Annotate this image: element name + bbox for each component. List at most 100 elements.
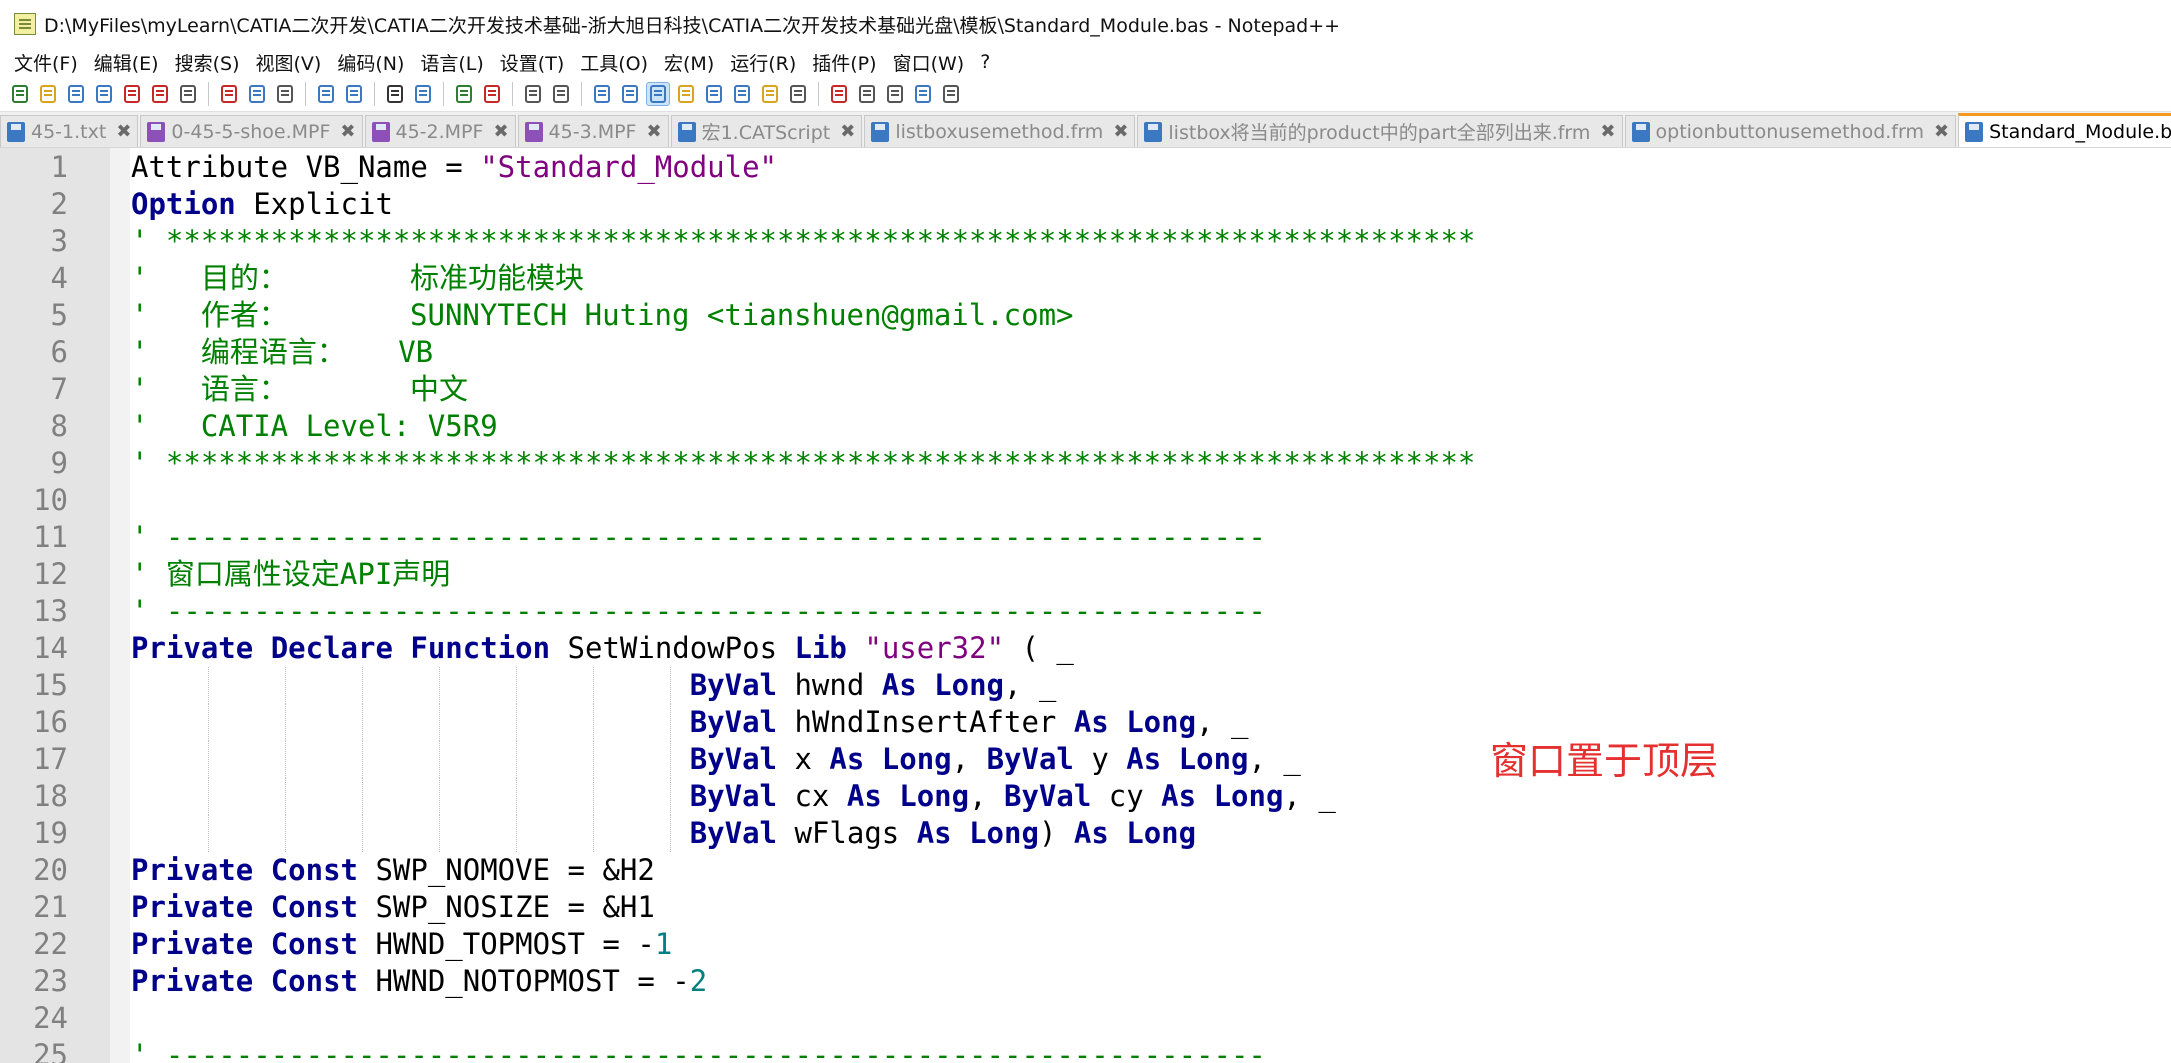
tab-6[interactable]: listbox将当前的product中的part全部列出来.frm ✖ <box>1137 115 1623 147</box>
code-line[interactable]: 10 <box>0 482 2171 519</box>
save-icon[interactable] <box>64 82 88 106</box>
indent-guide <box>516 667 518 704</box>
menu-item-2[interactable]: 搜索(S) <box>167 49 248 76</box>
code-line[interactable]: 21 Private Const SWP_NOSIZE = &H1 <box>0 889 2171 926</box>
word-wrap-icon[interactable] <box>590 82 614 106</box>
code-line[interactable]: 25 ' ------------------------------------… <box>0 1037 2171 1063</box>
code-line[interactable]: 12 ' 窗口属性设定API声明 <box>0 556 2171 593</box>
tab-close-icon[interactable]: ✖ <box>840 121 855 142</box>
udl-icon[interactable] <box>674 82 698 106</box>
close-icon[interactable] <box>120 82 144 106</box>
code-line[interactable]: 3 ' *************************************… <box>0 223 2171 260</box>
tab-1[interactable]: 0-45-5-shoe.MPF ✖ <box>140 115 363 147</box>
zoom-out-icon[interactable] <box>480 82 504 106</box>
code-line[interactable]: 19 ByVal wFlags As Long) As Long <box>0 815 2171 852</box>
monitor-icon[interactable] <box>786 82 810 106</box>
code-line[interactable]: 1 Attribute VB_Name = "Standard_Module" <box>0 149 2171 186</box>
line-number: 20 <box>33 853 68 887</box>
menu-item-6[interactable]: 设置(T) <box>492 49 572 76</box>
line-number: 14 <box>33 631 68 665</box>
code-line[interactable]: 22 Private Const HWND_TOPMOST = -1 <box>0 926 2171 963</box>
indent-guide <box>362 667 364 704</box>
find-icon[interactable] <box>383 82 407 106</box>
tab-2[interactable]: 45-2.MPF ✖ <box>364 115 516 147</box>
tab-close-icon[interactable]: ✖ <box>340 121 355 142</box>
menu-item-11[interactable]: 窗口(W) <box>885 49 973 76</box>
menu-item-4[interactable]: 编码(N) <box>329 49 412 76</box>
code-line[interactable]: 11 ' ------------------------------------… <box>0 519 2171 556</box>
print-icon[interactable] <box>176 82 200 106</box>
code-line[interactable]: 5 ' 作者： SUNNYTECH Huting <tianshuen@gmail… <box>0 297 2171 334</box>
tab-close-icon[interactable]: ✖ <box>493 121 508 142</box>
indent-guide-icon[interactable] <box>646 81 670 106</box>
doc-map-icon[interactable] <box>702 82 726 106</box>
tab-5[interactable]: listboxusemethod.frm ✖ <box>864 115 1136 147</box>
code-line[interactable]: 18 ByVal cx As Long, ByVal cy As Long, _ <box>0 778 2171 815</box>
code-line[interactable]: 8 ' CATIA Level: V5R9 <box>0 408 2171 445</box>
menu-item-8[interactable]: 宏(M) <box>656 49 722 76</box>
indent-guide <box>362 704 364 741</box>
tab-close-icon[interactable]: ✖ <box>647 121 662 142</box>
code-text: Private Declare Function SetWindowPos Li… <box>131 631 1074 665</box>
menu-item-12[interactable]: ? <box>972 51 998 73</box>
menu-item-5[interactable]: 语言(L) <box>412 49 491 76</box>
tab-8[interactable]: Standard_Module.bas✖ <box>1958 113 2171 147</box>
function-list-icon[interactable] <box>730 82 754 106</box>
tab-3[interactable]: 45-3.MPF ✖ <box>517 115 669 147</box>
folder-workspace-icon[interactable] <box>758 82 782 106</box>
tab-close-icon[interactable]: ✖ <box>1934 121 1949 142</box>
save-all-icon[interactable] <box>92 82 116 106</box>
new-file-icon[interactable] <box>8 82 32 106</box>
stop-record-icon[interactable] <box>855 82 879 106</box>
code-line[interactable]: 14 Private Declare Function SetWindowPos … <box>0 630 2171 667</box>
sync-h-icon[interactable] <box>549 82 573 106</box>
play-macro-icon[interactable] <box>883 82 907 106</box>
code-line[interactable]: 24 <box>0 1000 2171 1037</box>
code-line[interactable]: 7 ' 语言： 中文 <box>0 371 2171 408</box>
sync-v-icon[interactable] <box>521 82 545 106</box>
code-line[interactable]: 23 Private Const HWND_NOTOPMOST = -2 <box>0 963 2171 1000</box>
redo-icon[interactable] <box>342 82 366 106</box>
run-macro-multiple-icon[interactable] <box>911 82 935 106</box>
code-line[interactable]: 6 ' 编程语言： VB <box>0 334 2171 371</box>
code-line[interactable]: 16 ByVal hWndInsertAfter As Long, _ <box>0 704 2171 741</box>
undo-icon[interactable] <box>314 82 338 106</box>
record-macro-icon[interactable] <box>827 82 851 106</box>
tab-4[interactable]: 宏1.CATScript ✖ <box>670 115 863 147</box>
open-file-icon[interactable] <box>36 82 60 106</box>
menu-item-7[interactable]: 工具(O) <box>572 49 656 76</box>
code-line[interactable]: 4 ' 目的： 标准功能模块 <box>0 260 2171 297</box>
line-number: 15 <box>33 668 68 702</box>
code-line[interactable]: 2 Option Explicit <box>0 186 2171 223</box>
copy-icon[interactable] <box>245 82 269 106</box>
code-text: ' 编程语言： VB <box>131 335 434 369</box>
menu-item-9[interactable]: 运行(R) <box>722 49 804 76</box>
close-all-icon[interactable] <box>148 82 172 106</box>
code-line[interactable]: 17 ByVal x As Long, ByVal y As Long, _ <box>0 741 2171 778</box>
code-line[interactable]: 15 ByVal hwnd As Long, _ <box>0 667 2171 704</box>
code-line[interactable]: 9 ' *************************************… <box>0 445 2171 482</box>
menu-item-0[interactable]: 文件(F) <box>6 49 86 76</box>
indent-guide <box>439 704 441 741</box>
paste-icon[interactable] <box>273 82 297 106</box>
tab-close-icon[interactable]: ✖ <box>1113 121 1128 142</box>
tab-close-icon[interactable]: ✖ <box>116 121 131 142</box>
indent-guide <box>285 778 287 815</box>
indent-guide <box>516 741 518 778</box>
show-all-chars-icon[interactable] <box>618 82 642 106</box>
tab-7[interactable]: optionbuttonusemethod.frm ✖ <box>1624 115 1957 147</box>
menu-item-1[interactable]: 编辑(E) <box>86 49 167 76</box>
replace-icon[interactable] <box>411 82 435 106</box>
menu-item-10[interactable]: 插件(P) <box>804 49 884 76</box>
zoom-in-icon[interactable] <box>452 82 476 106</box>
line-number: 23 <box>33 964 68 998</box>
line-number: 8 <box>50 409 68 443</box>
code-line[interactable]: 20 Private Const SWP_NOMOVE = &H2 <box>0 852 2171 889</box>
save-macro-icon[interactable] <box>939 82 963 106</box>
cut-icon[interactable] <box>217 82 241 106</box>
code-line[interactable]: 13 ' ------------------------------------… <box>0 593 2171 630</box>
code-editor[interactable]: 窗口置于顶层 1 Attribute VB_Name = "Standard_Mo… <box>0 148 2171 1063</box>
menu-item-3[interactable]: 视图(V) <box>248 49 330 76</box>
tab-0[interactable]: 45-1.txt ✖ <box>0 115 139 147</box>
tab-close-icon[interactable]: ✖ <box>1600 121 1615 142</box>
